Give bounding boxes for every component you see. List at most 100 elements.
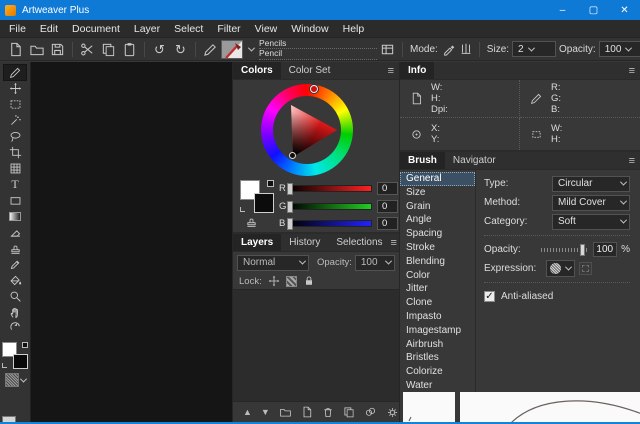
color-wheel[interactable] (261, 84, 353, 176)
menu-file[interactable]: File (2, 20, 33, 38)
gradient-tool[interactable] (4, 209, 26, 224)
magic-wand-tool[interactable] (4, 113, 26, 128)
eraser-tool[interactable] (4, 225, 26, 240)
brush-preset-label[interactable]: Pencils Pencil (259, 39, 377, 60)
close-button[interactable]: ✕ (609, 0, 640, 20)
brush-category-spacing[interactable]: Spacing (400, 227, 475, 241)
hue-marker[interactable] (310, 85, 318, 93)
save-icon[interactable] (47, 40, 68, 58)
panel-color-swatches[interactable] (240, 180, 274, 213)
brush-opacity-slider[interactable] (541, 248, 587, 252)
panel-menu-icon[interactable]: ≡ (388, 62, 399, 79)
layer-opacity-select[interactable]: 100 (355, 255, 395, 271)
blue-slider[interactable] (288, 220, 372, 227)
brush-category-colorize[interactable]: Colorize (400, 365, 475, 379)
duplicate-layer-icon[interactable] (343, 406, 355, 418)
expression-select[interactable] (546, 260, 575, 277)
menu-view[interactable]: View (248, 20, 285, 38)
panel-menu-icon[interactable]: ≡ (629, 62, 640, 79)
brush-preset-chevron-icon[interactable] (243, 40, 255, 58)
panel-menu-icon[interactable]: ≡ (629, 152, 640, 169)
mosaic-tool[interactable] (4, 161, 26, 176)
zoom-tool[interactable] (4, 289, 26, 304)
lock-transparency-icon[interactable] (286, 276, 297, 287)
open-file-icon[interactable] (26, 40, 47, 58)
blue-value[interactable]: 0 (377, 217, 398, 230)
brush-preset-preview[interactable] (221, 40, 243, 59)
palette-grid-icon[interactable] (377, 40, 398, 58)
tab-colors[interactable]: Colors (233, 62, 281, 79)
shape-tool[interactable] (4, 193, 26, 208)
move-tool[interactable] (4, 81, 26, 96)
green-slider[interactable] (288, 203, 372, 210)
hand-tool[interactable] (4, 305, 26, 320)
swap-colors-icon[interactable] (267, 180, 274, 187)
brush-category-water[interactable]: Water (400, 379, 475, 393)
paint-mode-icon[interactable] (441, 40, 458, 58)
brush-category-airbrush[interactable]: Airbrush (400, 338, 475, 352)
menu-help[interactable]: Help (336, 20, 372, 38)
opacity-select[interactable]: 100 (599, 41, 640, 57)
paste-icon[interactable] (119, 40, 140, 58)
layer-settings-icon[interactable] (386, 406, 399, 419)
layer-list[interactable] (233, 289, 399, 402)
brush-opacity-value[interactable]: 100 (593, 242, 617, 257)
minimize-button[interactable]: – (547, 0, 578, 20)
brush-category-angle[interactable]: Angle (400, 213, 475, 227)
pick-color-stamp-icon[interactable] (245, 215, 258, 228)
erase-mode-icon[interactable] (458, 40, 475, 58)
brush-category-jitter[interactable]: Jitter (400, 282, 475, 296)
brush-category-grain[interactable]: Grain (400, 200, 475, 214)
brush-editor-icon[interactable] (200, 40, 221, 58)
crop-tool[interactable] (4, 145, 26, 160)
brush-category-impasto[interactable]: Impasto (400, 310, 475, 324)
clone-stamp-tool[interactable] (4, 241, 26, 256)
size-select[interactable]: 2 (512, 41, 556, 57)
new-group-icon[interactable] (279, 406, 292, 418)
rotate-canvas-tool[interactable] (4, 321, 26, 336)
brush-category-color[interactable]: Color (400, 269, 475, 283)
brush-category-imagestamp[interactable]: Imagestamp (400, 324, 475, 338)
color-swatches[interactable] (2, 342, 28, 369)
pattern-selector[interactable] (5, 373, 26, 387)
menu-select[interactable]: Select (167, 20, 210, 38)
menu-layer[interactable]: Layer (127, 20, 167, 38)
brush-type-select[interactable]: Circular (552, 176, 630, 192)
brush-category-general[interactable]: General (400, 172, 475, 186)
brush-category-stroke[interactable]: Stroke (400, 241, 475, 255)
rect-select-tool[interactable] (4, 97, 26, 112)
text-tool[interactable]: T (4, 177, 26, 192)
tab-layers[interactable]: Layers (233, 234, 281, 251)
new-document-icon[interactable] (5, 40, 26, 58)
copy-icon[interactable] (98, 40, 119, 58)
redo-icon[interactable]: ↻ (170, 40, 191, 58)
layer-effects-icon[interactable] (364, 406, 377, 418)
red-slider[interactable] (288, 185, 372, 192)
menu-filter[interactable]: Filter (210, 20, 247, 38)
value-marker[interactable] (289, 152, 296, 159)
red-value[interactable]: 0 (377, 182, 398, 195)
red-slider-thumb[interactable] (287, 183, 293, 195)
lasso-tool[interactable] (4, 129, 26, 144)
tab-brush[interactable]: Brush (400, 152, 445, 169)
canvas-area[interactable] (30, 62, 232, 422)
blend-mode-select[interactable]: Normal (237, 255, 309, 271)
menu-edit[interactable]: Edit (33, 20, 65, 38)
tab-color-set[interactable]: Color Set (281, 62, 339, 79)
tab-info[interactable]: Info (400, 62, 434, 79)
brush-tool[interactable] (4, 65, 26, 80)
background-color-swatch[interactable] (13, 354, 28, 369)
brush-subcategory-select[interactable]: Soft (552, 214, 630, 230)
menu-window[interactable]: Window (284, 20, 335, 38)
maximize-button[interactable]: ▢ (578, 0, 609, 20)
fill-bucket-tool[interactable] (4, 273, 26, 288)
brush-category-clone[interactable]: Clone (400, 296, 475, 310)
brush-category-size[interactable]: Size (400, 186, 475, 200)
reset-colors-icon[interactable] (2, 363, 7, 368)
new-layer-icon[interactable] (301, 406, 313, 418)
blue-slider-thumb[interactable] (287, 218, 293, 230)
menu-document[interactable]: Document (65, 20, 127, 38)
expression-settings-button[interactable] (579, 262, 592, 275)
brush-category-bristles[interactable]: Bristles (400, 351, 475, 365)
delete-layer-icon[interactable] (322, 406, 334, 418)
